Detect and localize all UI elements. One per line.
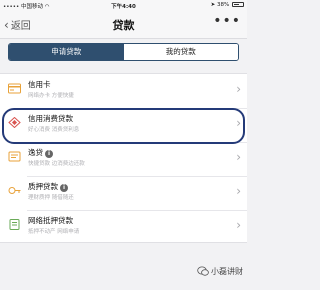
item-subtitle: 好心消费 消费贷利息 [28, 127, 80, 133]
list-item-credit-card[interactable]: 信用卡 网络办卡 方便快捷 › [0, 74, 247, 108]
status-bar: ••••• 中国移动 ◠ 下午4:40 ➤ 38% [0, 0, 247, 11]
item-title: 逸贷 i [28, 147, 53, 158]
item-title-text: 质押贷款 [28, 182, 58, 191]
item-subtitle: 快捷贷款 边消费边还款 [28, 161, 85, 167]
wechat-icon [197, 266, 209, 276]
loan-list: 信用卡 网络办卡 方便快捷 › 信用消费贷款 好心消费 消费贷利息 › 逸贷 i … [0, 73, 247, 243]
nav-bar: ‹ 返回 贷款 ••• [0, 11, 247, 39]
segment-container: 申请贷款 我的贷款 [0, 39, 247, 67]
battery-icon [232, 2, 244, 7]
credit-card-icon [8, 83, 21, 94]
item-subtitle: 理财质押 随借随还 [28, 195, 74, 201]
chevron-right-icon: › [236, 82, 241, 96]
item-title-text: 逸贷 [28, 148, 43, 157]
chevron-right-icon: › [236, 150, 241, 164]
tab-my-loans[interactable]: 我的贷款 [123, 44, 238, 60]
item-title: 网络抵押贷款 [28, 216, 73, 225]
watermark: 小磊讲财 [197, 266, 243, 277]
more-button[interactable]: ••• [213, 13, 241, 29]
tab-apply-loan[interactable]: 申请贷款 [9, 44, 124, 60]
battery-status: ➤ 38% [211, 2, 244, 8]
item-subtitle: 网络办卡 方便快捷 [28, 93, 74, 99]
chevron-right-icon: › [236, 218, 241, 232]
list-item-mortgage-loan[interactable]: 网络抵押贷款 抵押不动产 网络申请 › [0, 210, 247, 244]
location-icon: ➤ [210, 2, 216, 8]
list-item-yidai[interactable]: 逸贷 i 快捷贷款 边消费边还款 › [0, 142, 247, 176]
divider [27, 210, 247, 211]
info-icon[interactable]: i [45, 150, 53, 158]
item-title: 信用消费贷款 [28, 114, 73, 123]
item-title: 质押贷款 i [28, 181, 68, 192]
segmented-control: 申请贷款 我的贷款 [8, 43, 239, 61]
yidai-icon [8, 151, 21, 162]
mortgage-icon [9, 219, 20, 230]
list-item-consumer-loan[interactable]: 信用消费贷款 好心消费 消费贷利息 › [0, 108, 247, 142]
info-icon[interactable]: i [60, 184, 68, 192]
page-title: 贷款 [112, 19, 135, 32]
divider [27, 108, 247, 109]
consumer-loan-icon [8, 117, 21, 128]
item-title: 信用卡 [28, 80, 51, 89]
pledge-icon [8, 187, 21, 194]
item-subtitle: 抵押不动产 网络申请 [28, 229, 80, 235]
watermark-text: 小磊讲财 [211, 267, 243, 276]
divider [27, 176, 247, 177]
divider [27, 142, 247, 143]
chevron-right-icon: › [236, 116, 241, 130]
list-item-pledge-loan[interactable]: 质押贷款 i 理财质押 随借随还 › [0, 176, 247, 210]
chevron-right-icon: › [236, 184, 241, 198]
battery-percent: 38% [217, 2, 230, 8]
